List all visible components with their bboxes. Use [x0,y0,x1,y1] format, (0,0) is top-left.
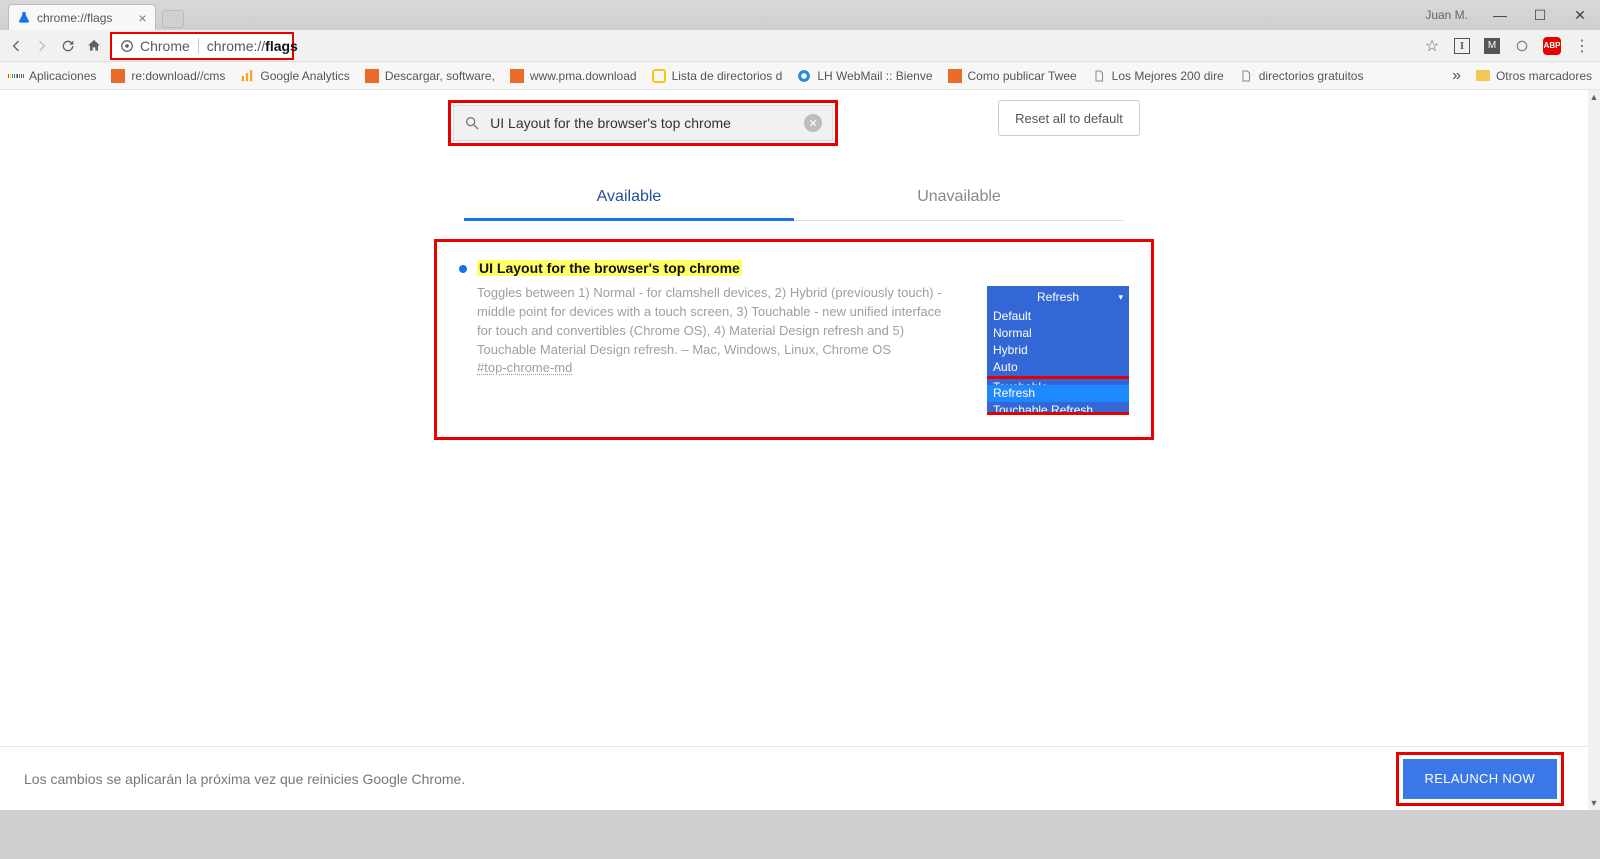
omnibox-extent[interactable] [304,34,1412,58]
favicon-icon [510,69,524,83]
dropdown-option[interactable]: Hybrid [987,342,1129,359]
flags-tabs: Available Unavailable [0,176,1588,221]
relaunch-bar: Los cambios se aplicarán la próxima vez … [0,746,1588,810]
extension-icon[interactable] [1512,38,1532,54]
window-titlebar: chrome://flags × Juan M. — ☐ ✕ [0,0,1600,30]
favicon-icon [365,69,379,83]
browser-toolbar: Chrome chrome://flags ☆ I M ABP ⋮ [0,30,1600,62]
flags-search-input[interactable] [490,115,794,131]
maximize-button[interactable]: ☐ [1520,0,1560,30]
profile-name[interactable]: Juan M. [1425,8,1468,22]
tab-available[interactable]: Available [464,176,794,221]
dropdown-option[interactable]: Default [987,308,1129,325]
bookmark-item[interactable]: Como publicar Twee [947,68,1077,84]
flask-icon [17,11,31,25]
bookmark-item[interactable]: directorios gratuitos [1238,68,1364,84]
apps-icon [8,68,24,84]
favicon-icon [796,68,812,84]
scroll-up-icon[interactable]: ▲ [1588,90,1600,104]
flags-search[interactable]: ✕ [453,105,833,141]
flag-description: Toggles between 1) Normal - for clamshel… [477,284,957,359]
new-tab-button[interactable] [162,10,184,28]
favicon-icon [111,69,125,83]
folder-icon [1476,70,1490,81]
menu-icon[interactable]: ⋮ [1572,36,1592,56]
search-icon [464,115,480,131]
apps-button[interactable]: Aplicaciones [8,68,96,84]
back-button[interactable] [8,38,24,54]
dropdown-selected[interactable]: Refresh [987,286,1129,308]
bookmark-item[interactable]: Google Analytics [239,68,349,84]
reset-all-button[interactable]: Reset all to default [998,100,1140,136]
favicon-icon [652,69,666,83]
page-icon [1238,68,1254,84]
chrome-icon [120,39,134,53]
browser-tab[interactable]: chrome://flags × [8,4,156,30]
omnibox[interactable]: Chrome chrome://flags [112,34,292,58]
flag-permalink[interactable]: #top-chrome-md [477,360,572,375]
flag-result: UI Layout for the browser's top chrome T… [434,239,1154,440]
reload-button[interactable] [60,38,76,54]
forward-button[interactable] [34,38,50,54]
close-tab-icon[interactable]: × [138,10,146,26]
gmail-icon[interactable]: M [1482,38,1502,54]
page-icon [1091,68,1107,84]
favicon-icon [948,69,962,83]
flag-dropdown[interactable]: Refresh Default Normal Hybrid Auto Touch… [987,286,1129,415]
analytics-icon [239,68,255,84]
bookmarks-overflow-icon[interactable]: » [1452,67,1461,85]
omnibox-url: chrome://flags [207,38,298,54]
dropdown-option[interactable]: Touchable Refresh [987,402,1129,412]
minimize-button[interactable]: — [1480,0,1520,30]
vertical-scrollbar[interactable]: ▲ ▼ [1588,90,1600,810]
clear-search-icon[interactable]: ✕ [804,114,822,132]
window-bottom-border [0,810,1600,859]
adblock-icon[interactable]: ABP [1542,37,1562,55]
tab-title: chrome://flags [37,11,112,25]
bookmark-item[interactable]: Lista de directorios d [651,68,783,84]
dropdown-list: Default Normal Hybrid Auto Touchable Ref… [987,308,1129,415]
dropdown-option-selected[interactable]: Refresh [987,385,1129,402]
page-content: ✕ Reset all to default Available Unavail… [0,90,1588,859]
bookmark-item[interactable]: LH WebMail :: Bienve [796,68,932,84]
home-button[interactable] [86,38,102,54]
relaunch-button[interactable]: RELAUNCH NOW [1403,759,1558,799]
tab-unavailable[interactable]: Unavailable [794,176,1124,221]
apps-label: Aplicaciones [29,69,96,83]
omnibox-origin: Chrome [120,38,199,54]
bookmarks-bar: Aplicaciones re:download//cms Google Ana… [0,62,1600,90]
modified-dot-icon [459,265,467,273]
bookmark-item[interactable]: Descargar, software, [364,68,495,84]
bookmark-item[interactable]: Los Mejores 200 dire [1091,68,1224,84]
bookmark-item[interactable]: www.pma.download [509,68,637,84]
close-window-button[interactable]: ✕ [1560,0,1600,30]
other-bookmarks[interactable]: Otros marcadores [1475,68,1592,84]
bookmark-item[interactable]: re:download//cms [110,68,225,84]
flag-title: UI Layout for the browser's top chrome [477,260,742,276]
scroll-down-icon[interactable]: ▼ [1588,796,1600,810]
instapaper-icon[interactable]: I [1452,38,1472,54]
relaunch-message: Los cambios se aplicarán la próxima vez … [24,771,465,787]
dropdown-option[interactable]: Normal [987,325,1129,342]
star-icon[interactable]: ☆ [1422,36,1442,56]
dropdown-option[interactable]: Auto [987,359,1129,376]
